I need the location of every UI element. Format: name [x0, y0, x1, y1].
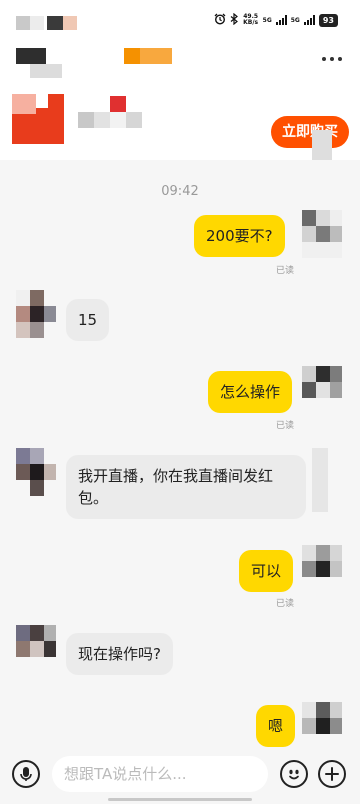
contact-avatar[interactable] — [16, 448, 56, 496]
contact-message-bubble[interactable]: 15 — [66, 299, 110, 341]
microphone-icon — [14, 762, 38, 786]
message-input[interactable]: 想跟TA说点什么... — [52, 756, 268, 792]
contact-avatar[interactable] — [16, 290, 56, 338]
bluetooth-icon — [230, 12, 239, 27]
my-avatar[interactable] — [302, 545, 342, 593]
network-speed-unit: KB/s — [243, 19, 259, 26]
alarm-icon — [214, 13, 226, 27]
message-input-bar: 想跟TA说点什么... — [0, 748, 360, 804]
read-receipt: 已读 — [276, 266, 295, 276]
my-message-bubble[interactable]: 200要不? — [194, 215, 285, 257]
shop-badge-redacted — [124, 48, 140, 64]
emoji-button[interactable] — [280, 760, 308, 788]
signal-1-icon — [275, 15, 287, 25]
buy-now-button[interactable]: 立即购买 — [271, 116, 349, 148]
status-bar-redacted-block — [63, 16, 77, 30]
my-message-bubble[interactable]: 嗯 — [256, 705, 296, 747]
plus-icon — [320, 762, 344, 786]
product-price-redacted — [110, 96, 126, 112]
message-text-line: 我开直播，你在我直播间发红 — [78, 467, 274, 485]
status-bar: 49.5 KB/s 5G 5G 93 — [0, 0, 360, 40]
status-bar-redacted-block — [30, 16, 44, 30]
signal-1-label: 5G — [262, 16, 272, 24]
contact-name-redacted — [30, 64, 62, 78]
my-message-bubble[interactable]: 怎么操作 — [208, 371, 293, 413]
contact-message-bubble[interactable]: 现在操作吗? — [66, 633, 173, 675]
my-message-bubble[interactable]: 可以 — [239, 550, 294, 592]
status-bar-redacted-block — [16, 16, 30, 30]
voice-input-button[interactable] — [12, 760, 40, 788]
contact-avatar[interactable] — [16, 625, 56, 673]
more-actions-button[interactable] — [318, 760, 346, 788]
message-timestamp: 09:42 — [161, 184, 199, 199]
contact-message-bubble[interactable]: 我开直播，你在我直播间发红 包。 — [66, 455, 306, 519]
product-title-redacted — [110, 112, 126, 128]
home-indicator[interactable] — [108, 798, 252, 801]
read-receipt: 已读 — [276, 421, 295, 431]
message-redacted-block — [312, 448, 328, 512]
product-thumbnail-detail — [36, 94, 48, 108]
header-redacted-block — [312, 130, 332, 160]
shop-badge-redacted — [140, 48, 172, 64]
my-avatar[interactable] — [302, 210, 342, 258]
my-avatar[interactable] — [302, 366, 342, 414]
emoji-icon — [282, 762, 306, 786]
status-icons: 49.5 KB/s 5G 5G 93 — [214, 12, 338, 28]
my-avatar[interactable] — [302, 702, 342, 746]
product-title-redacted — [126, 112, 142, 128]
contact-name-redacted[interactable] — [16, 48, 46, 64]
battery-indicator: 93 — [318, 13, 338, 27]
product-title-redacted — [94, 112, 110, 128]
product-title-redacted — [78, 112, 94, 128]
read-receipt: 已读 — [276, 599, 295, 609]
message-text-line: 包。 — [78, 489, 109, 507]
more-options-icon[interactable] — [320, 52, 344, 66]
network-speed: 49.5 KB/s — [243, 14, 259, 26]
product-thumbnail-detail — [12, 94, 36, 114]
status-bar-redacted-block — [47, 16, 63, 30]
signal-2-label: 5G — [290, 16, 300, 24]
signal-2-icon — [303, 15, 315, 25]
